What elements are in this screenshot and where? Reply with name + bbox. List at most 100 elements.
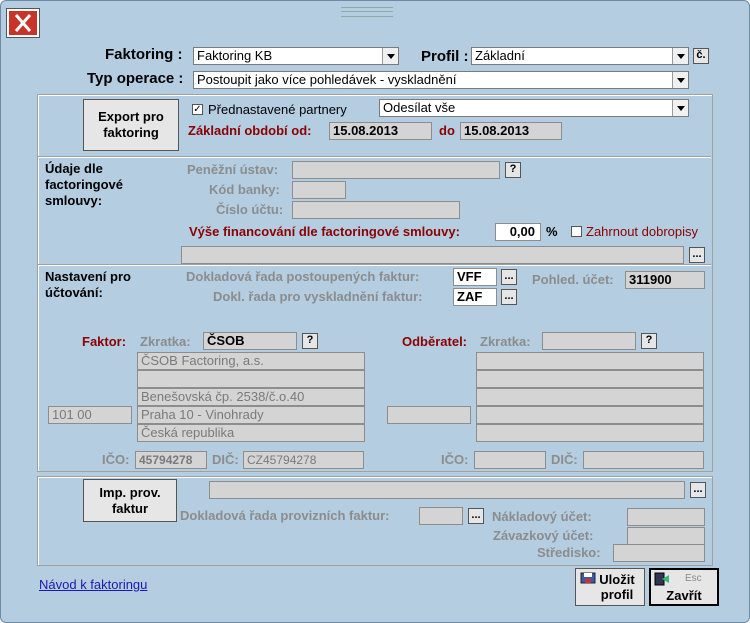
stockout-series-label: Dokl. řada pro vyskladnění faktur:	[213, 289, 423, 304]
period-to-field[interactable]: 15.08.2013	[460, 122, 562, 140]
close-button[interactable]	[7, 9, 39, 37]
commission-series-browse-button[interactable]: ...	[468, 508, 484, 524]
contract-path-field[interactable]	[181, 246, 684, 264]
financing-unit: %	[546, 224, 558, 239]
dropdown-arrow-icon[interactable]	[382, 48, 398, 64]
account-field[interactable]	[292, 201, 460, 219]
exit-door-icon	[654, 572, 669, 586]
period-to-label: do	[439, 123, 455, 138]
help-link[interactable]: Návod k faktoringu	[39, 577, 147, 592]
dropdown-arrow-icon[interactable]	[672, 72, 688, 88]
operation-select[interactable]: Postoupit jako více pohledávek - vysklad…	[193, 71, 689, 89]
import-button-label: Imp. prov. faktur	[99, 485, 161, 516]
cost-account-field[interactable]	[627, 508, 705, 526]
customer-zip-field[interactable]	[387, 406, 471, 424]
stockout-series-browse-button[interactable]: ...	[501, 289, 517, 305]
factor-dic-label: DIČ:	[212, 452, 239, 467]
period-from-label: Základní období od:	[188, 123, 312, 138]
assigned-series-field[interactable]: VFF	[453, 268, 497, 286]
close-dialog-label: Zavřít	[666, 588, 702, 603]
customer-dic-field[interactable]	[583, 451, 704, 469]
customer-address-line[interactable]	[476, 370, 704, 388]
factor-ico-field[interactable]: 45794278	[135, 451, 207, 469]
factor-zip-field[interactable]: 101 00	[48, 406, 132, 424]
dropdown-arrow-icon[interactable]	[672, 48, 688, 64]
bank-help-button[interactable]: ?	[505, 162, 521, 178]
contract-browse-button[interactable]: ...	[689, 247, 705, 263]
profile-select-value: Základní	[475, 48, 525, 63]
factor-address-line[interactable]: ČSOB Factoring, a.s.	[137, 352, 365, 370]
customer-dic-label: DIČ:	[551, 452, 578, 467]
operation-label: Typ operace :	[87, 70, 184, 87]
customer-address-line[interactable]	[476, 352, 704, 370]
receivable-field[interactable]: 311900	[625, 271, 705, 289]
window-drag-grip[interactable]	[341, 7, 393, 17]
center-field[interactable]	[613, 544, 705, 562]
credit-notes-label: Zahrnout dobropisy	[586, 224, 699, 239]
financing-label: Výše financování dle factoringové smlouv…	[189, 224, 460, 239]
commission-series-label: Dokladová řada provizních faktur:	[180, 508, 390, 523]
send-select-value: Odesílat vše	[383, 100, 456, 115]
commission-series-field[interactable]	[419, 507, 463, 525]
customer-address-line[interactable]	[476, 406, 704, 424]
center-label: Středisko:	[537, 545, 601, 560]
bank-code-label: Kód banky:	[209, 182, 280, 197]
liability-account-field[interactable]	[627, 527, 705, 545]
factor-address-line[interactable]: Praha 10 - Vinohrady	[137, 406, 365, 424]
factor-dic-field[interactable]: CZ45794278	[243, 451, 364, 469]
factor-short-field[interactable]: ČSOB	[203, 332, 297, 350]
customer-ico-label: IČO:	[441, 452, 469, 467]
profile-label: Profil :	[421, 48, 469, 65]
profile-select[interactable]: Základní	[471, 47, 689, 65]
esc-hint: Esc	[685, 573, 702, 584]
factor-address-line[interactable]: Benešovská čp. 2538/č.o.40	[137, 388, 365, 406]
preset-partners-label: Přednastavené partnery	[208, 102, 347, 117]
credit-notes-checkbox[interactable]	[571, 226, 582, 237]
import-browse-button[interactable]: ...	[690, 482, 706, 498]
send-select[interactable]: Odesílat vše	[379, 99, 689, 117]
operation-select-value: Postoupit jako více pohledávek - vysklad…	[197, 72, 457, 87]
receivable-label: Pohled. účet:	[532, 272, 614, 287]
financing-field[interactable]: 0,00	[495, 223, 541, 241]
stockout-series-field[interactable]: ZAF	[453, 288, 497, 306]
export-button[interactable]: Export pro faktoring	[83, 99, 179, 151]
bank-label: Peněžní ústav:	[187, 162, 279, 177]
dialog-window: Faktoring : Faktoring KB Profil : Základ…	[0, 0, 750, 623]
customer-short-field[interactable]	[542, 332, 636, 350]
factor-ico-label: IČO:	[102, 452, 130, 467]
save-profile-button[interactable]: Uložit profil	[575, 568, 645, 606]
import-button[interactable]: Imp. prov. faktur	[83, 479, 177, 522]
factoring-select[interactable]: Faktoring KB	[193, 47, 399, 65]
preset-partners-checkbox[interactable]: ✓	[192, 104, 203, 115]
factoring-label: Faktoring :	[105, 46, 183, 63]
customer-address-line[interactable]	[476, 424, 704, 442]
assigned-series-label: Dokladová řada postoupených faktur:	[186, 269, 420, 284]
customer-short-label: Zkratka:	[480, 334, 531, 349]
customer-address-line[interactable]	[476, 388, 704, 406]
factor-address-line[interactable]: Česká republika	[137, 424, 365, 442]
factor-address-line[interactable]	[137, 370, 365, 388]
customer-label: Odběratel:	[402, 334, 468, 349]
factor-label: Faktor:	[82, 334, 127, 349]
accounting-section-label: Nastavení pro účtování:	[45, 269, 131, 300]
factoring-select-value: Faktoring KB	[197, 48, 273, 63]
divider	[38, 156, 711, 158]
close-icon	[14, 14, 32, 32]
divider	[38, 264, 711, 266]
customer-ico-field[interactable]	[474, 451, 546, 469]
liability-account-label: Závazkový účet:	[493, 528, 594, 543]
factor-short-label: Zkratka:	[140, 334, 191, 349]
period-from-field[interactable]: 15.08.2013	[329, 122, 432, 140]
dropdown-arrow-icon[interactable]	[672, 100, 688, 116]
assigned-series-browse-button[interactable]: ...	[501, 269, 517, 285]
cost-account-label: Nákladový účet:	[492, 509, 592, 524]
close-dialog-button[interactable]: Esc Zavřít	[649, 568, 719, 606]
export-button-label: Export pro faktoring	[98, 109, 164, 140]
factor-help-button[interactable]: ?	[302, 333, 318, 349]
customer-help-button[interactable]: ?	[641, 333, 657, 349]
bank-field[interactable]	[292, 161, 500, 179]
profile-number-button[interactable]: č.	[693, 48, 709, 64]
import-path-field[interactable]	[209, 481, 685, 499]
contract-section-label: Údaje dle factoringové smlouvy:	[45, 161, 124, 208]
bank-code-field[interactable]	[292, 181, 346, 199]
